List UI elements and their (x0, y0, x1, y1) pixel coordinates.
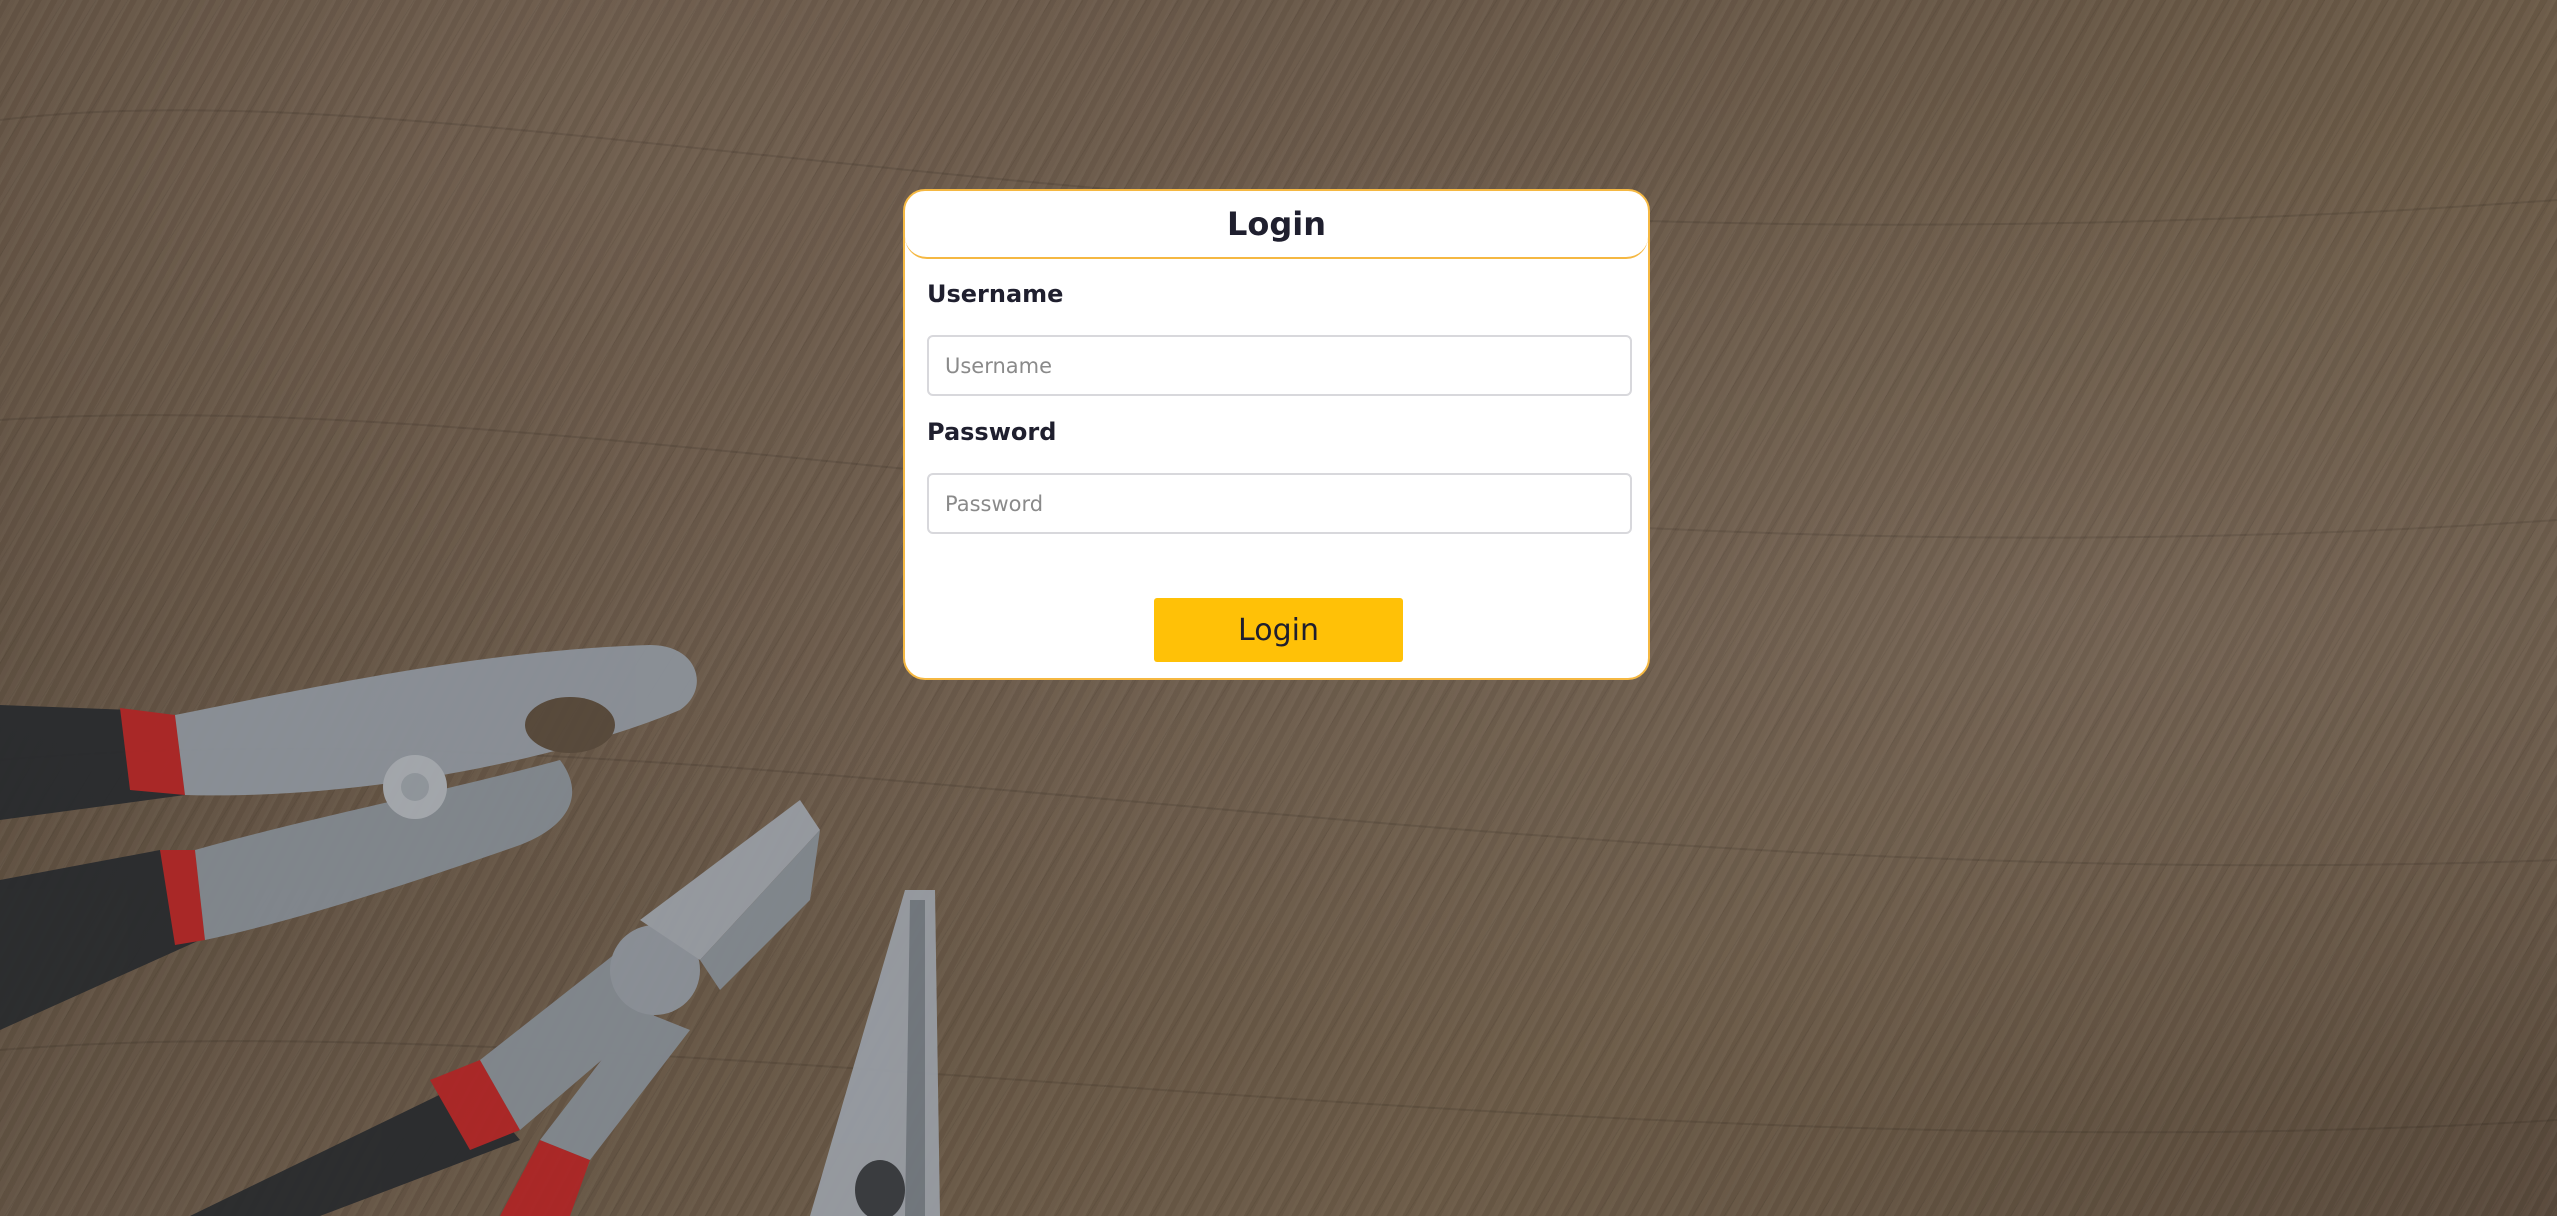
login-button[interactable]: Login (1154, 598, 1403, 662)
card-header: Login (905, 191, 1648, 259)
username-input[interactable] (927, 335, 1632, 396)
password-label: Password (927, 418, 1057, 446)
login-card: Login Username Password Login (903, 189, 1650, 680)
login-title: Login (1226, 205, 1327, 243)
password-input[interactable] (927, 473, 1632, 534)
username-label: Username (927, 280, 1064, 308)
